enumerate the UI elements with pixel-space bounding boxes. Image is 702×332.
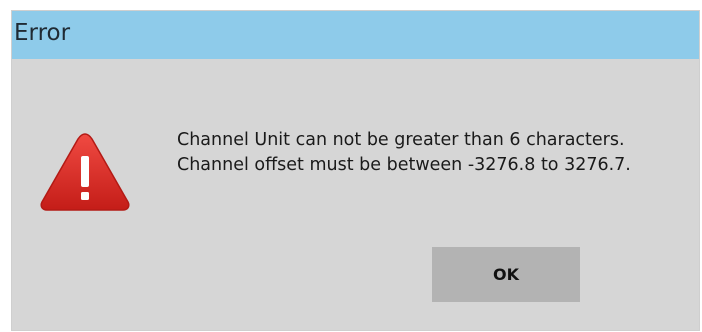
ok-button[interactable]: OK [432, 247, 580, 302]
error-message: Channel Unit can not be greater than 6 c… [177, 128, 631, 178]
error-dialog: Error Channel Unit can not be greater th… [11, 10, 700, 331]
dialog-title: Error [14, 20, 71, 46]
title-bar[interactable]: Error [12, 11, 699, 59]
warning-icon [40, 133, 130, 211]
message-line-2: Channel offset must be between -3276.8 t… [177, 155, 631, 175]
message-line-1: Channel Unit can not be greater than 6 c… [177, 130, 625, 150]
